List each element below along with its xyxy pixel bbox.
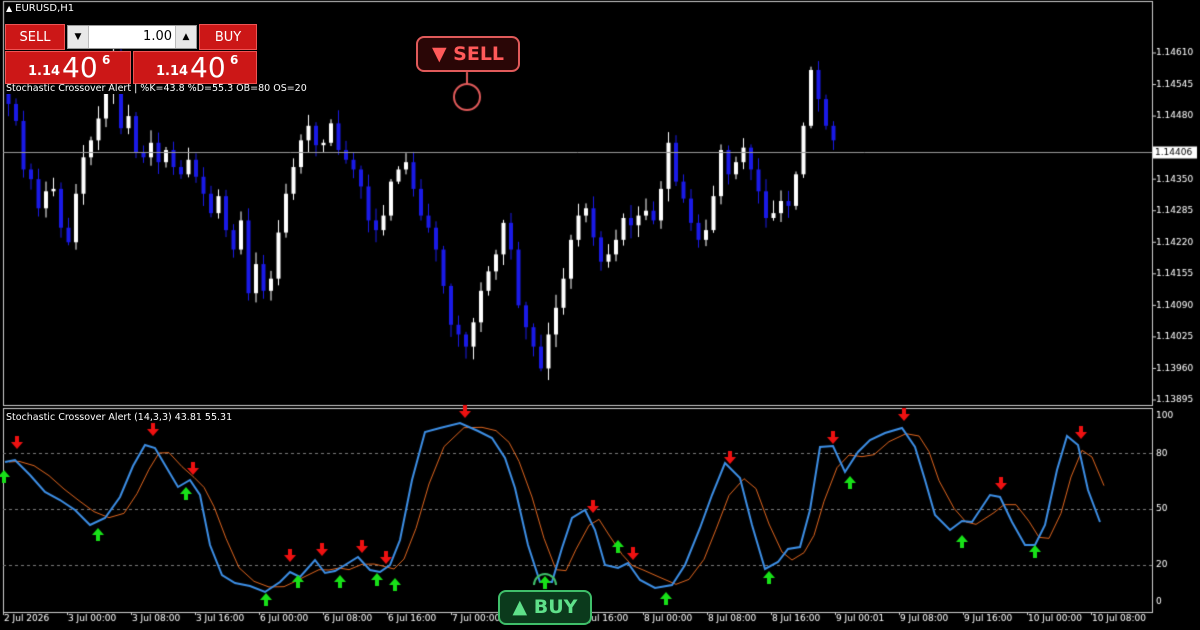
sell-price-pips: 40 (62, 51, 98, 84)
lot-size-field[interactable]: ▼ ▲ (67, 25, 197, 49)
lot-decrease-icon[interactable]: ▼ (68, 26, 89, 48)
price-chart-canvas[interactable] (0, 0, 1200, 630)
lot-increase-icon[interactable]: ▲ (175, 26, 196, 48)
sell-button[interactable]: SELL (5, 24, 65, 50)
stochastic-label: Stochastic Crossover Alert (14,3,3) 43.8… (6, 412, 233, 423)
sell-signal-callout: ▼ SELL (416, 36, 520, 72)
sell-price-fraction: 6 (102, 53, 111, 67)
symbol-name: EURUSD,H1 (15, 3, 75, 14)
buy-price-fraction: 6 (230, 53, 239, 67)
buy-signal-callout: ▲ BUY (498, 590, 592, 625)
sell-price-prefix: 1.14 (28, 64, 61, 79)
buy-price-pips: 40 (190, 51, 226, 84)
one-click-trading-panel: SELL ▼ ▲ BUY 1.14 40 6 1.14 40 6 (5, 24, 257, 85)
buy-price-button[interactable]: 1.14 40 6 (133, 51, 257, 84)
symbol-title: ▲ EURUSD,H1 (6, 3, 74, 14)
lot-size-input[interactable] (90, 26, 172, 48)
chart-menu-icon[interactable]: ▲ (6, 4, 12, 13)
sell-price-button[interactable]: 1.14 40 6 (5, 51, 131, 84)
buy-button[interactable]: BUY (199, 24, 257, 50)
buy-price-prefix: 1.14 (156, 64, 189, 79)
